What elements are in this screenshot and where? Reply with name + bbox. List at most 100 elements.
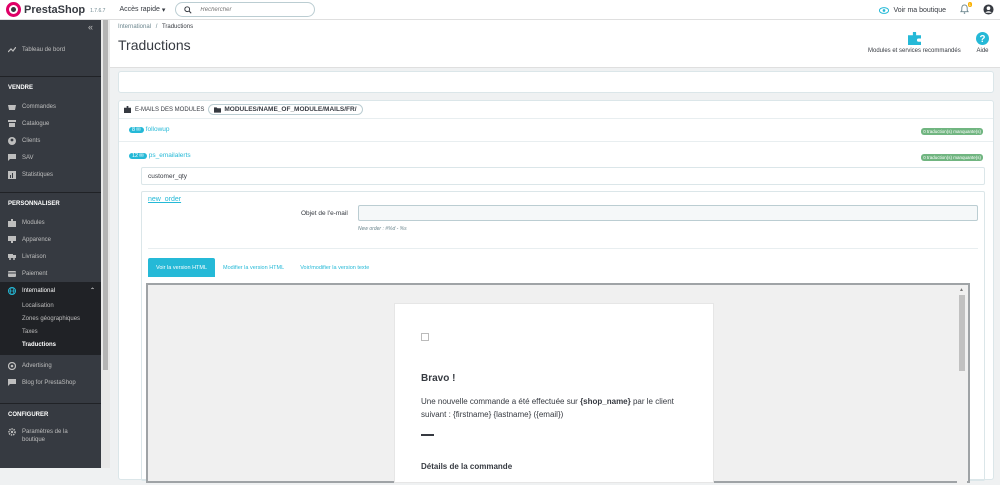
panel-heading: E-MAILS DES MODULES MODULES/NAME_OF_MODU… bbox=[124, 104, 363, 115]
divider bbox=[119, 141, 993, 142]
broken-image-icon bbox=[421, 333, 429, 341]
eye-icon bbox=[879, 6, 890, 14]
puzzle-icon bbox=[8, 218, 16, 227]
shop-name-variable: {shop_name} bbox=[580, 397, 631, 406]
page-title: Traductions bbox=[118, 37, 191, 53]
sidebar-section-vendre: VENDRE bbox=[0, 76, 101, 98]
template-new-order: new_order Objet de l'e-mail New order : … bbox=[141, 191, 985, 485]
chat-icon bbox=[8, 379, 16, 387]
sidebar-item-label: Blog for PrestaShop bbox=[22, 379, 76, 386]
email-body: Une nouvelle commande a été effectuée su… bbox=[421, 395, 701, 421]
sidebar-item-blog[interactable]: Blog for PrestaShop bbox=[0, 374, 101, 391]
scroll-up-arrow-icon[interactable]: ▲ bbox=[959, 287, 964, 293]
view-shop-label: Voir ma boutique bbox=[893, 6, 946, 14]
email-preview-frame[interactable]: Bravo ! Une nouvelle commande a été effe… bbox=[146, 283, 970, 485]
breadcrumb-current: Traductions bbox=[161, 24, 194, 30]
email-body-prefix: Une nouvelle commande a été effectuée su… bbox=[421, 397, 581, 406]
subject-input[interactable] bbox=[358, 205, 978, 221]
prestashop-logo[interactable]: PrestaShop 1.7.6.7 bbox=[6, 2, 105, 17]
subject-hint: New order : #%d - %s bbox=[358, 226, 407, 232]
sidebar-item-paiement[interactable]: Paiement bbox=[0, 265, 101, 282]
credit-card-icon bbox=[8, 270, 16, 278]
sidebar-item-apparence[interactable]: Apparence bbox=[0, 231, 101, 248]
brand-name: PrestaShop bbox=[24, 3, 86, 16]
prestashop-logo-icon bbox=[6, 2, 21, 17]
sidebar-item-label: Clients bbox=[22, 137, 41, 144]
view-tabs: Voir la version HTML Modifier la version… bbox=[148, 258, 377, 277]
sidebar-item-dashboard[interactable]: Tableau de bord bbox=[0, 40, 101, 60]
sidebar-item-livraison[interactable]: Livraison bbox=[0, 248, 101, 265]
recommended-modules-button[interactable]: Modules et services recommandés bbox=[868, 32, 961, 54]
folder-icon bbox=[214, 106, 222, 113]
page-header: International / Traductions Traductions … bbox=[110, 20, 1000, 68]
count-badge: 12 ✉ bbox=[129, 152, 147, 159]
submenu-item-zones[interactable]: Zones géographiques bbox=[0, 312, 101, 325]
sidebar-item-modules[interactable]: Modules bbox=[0, 214, 101, 231]
sidebar-item-label: Tableau de bord bbox=[22, 47, 66, 53]
account-button[interactable] bbox=[983, 3, 994, 17]
trending-up-icon bbox=[8, 46, 16, 54]
missing-translations-badge: 0 traduction(s) manquante(s) bbox=[921, 154, 983, 161]
count-value: 12 bbox=[132, 152, 139, 159]
new-order-link[interactable]: new_order bbox=[148, 196, 181, 203]
settings-icon bbox=[8, 428, 16, 436]
submenu-item-traductions[interactable]: Traductions bbox=[0, 338, 101, 351]
puzzle-icon bbox=[124, 106, 131, 113]
sidebar-item-parametres[interactable]: Paramètres de la boutique bbox=[0, 425, 101, 449]
sidebar-item-advertising[interactable]: Advertising bbox=[0, 357, 101, 374]
envelope-icon: ✉ bbox=[136, 126, 141, 133]
svg-text:?: ? bbox=[980, 34, 986, 45]
sidebar-item-sav[interactable]: SAV bbox=[0, 149, 101, 166]
search-box[interactable] bbox=[175, 2, 316, 17]
top-panel bbox=[118, 71, 994, 93]
desktop-icon bbox=[8, 236, 16, 244]
submenu-item-localisation[interactable]: Localisation bbox=[0, 299, 101, 312]
search-input[interactable] bbox=[200, 6, 301, 13]
caret-down-icon: ▾ bbox=[161, 6, 166, 14]
section-label: E-MAILS DES MODULES bbox=[135, 106, 205, 113]
sidebar-section-personnaliser: PERSONNALISER bbox=[0, 192, 101, 214]
collapse-sidebar-button[interactable]: « bbox=[0, 20, 101, 36]
module-emails-panel: E-MAILS DES MODULES MODULES/NAME_OF_MODU… bbox=[118, 100, 994, 485]
help-label: Aide bbox=[976, 48, 989, 54]
scrollbar-thumb[interactable] bbox=[103, 20, 108, 370]
sidebar-item-label: Modules bbox=[22, 219, 45, 226]
sidebar-scrollbar[interactable] bbox=[101, 20, 110, 468]
user-avatar-icon bbox=[983, 3, 994, 15]
missing-translations-badge: 0 traduction(s) manquante(s) bbox=[921, 128, 983, 135]
view-shop-link[interactable]: Voir ma boutique bbox=[879, 7, 946, 14]
order-details-heading: Détails de la commande bbox=[421, 462, 513, 471]
sidebar-item-international[interactable]: International ⌃ bbox=[0, 282, 101, 299]
notification-badge: 1 bbox=[967, 2, 972, 7]
truck-icon bbox=[8, 253, 16, 261]
preview-scrollbar[interactable]: ▲ bbox=[957, 285, 967, 485]
breadcrumb-link[interactable]: International bbox=[118, 24, 151, 30]
notifications-button[interactable]: 1 bbox=[960, 2, 972, 16]
module-row-followup[interactable]: 8 ✉ followup bbox=[129, 126, 170, 133]
sidebar-item-commandes[interactable]: Commandes bbox=[0, 98, 101, 115]
quick-access-dropdown[interactable]: Accès rapide ▾ bbox=[119, 6, 165, 14]
sidebar-item-clients[interactable]: Clients bbox=[0, 132, 101, 149]
sidebar-item-label: International bbox=[22, 287, 56, 294]
count-badge: 8 ✉ bbox=[129, 126, 144, 133]
sidebar-item-label: Catalogue bbox=[22, 120, 50, 127]
tab-edit-text[interactable]: Voir/modifier la version texte bbox=[292, 258, 377, 277]
submenu-item-taxes[interactable]: Taxes bbox=[0, 325, 101, 338]
module-row-ps-emailalerts[interactable]: 12 ✉ ps_emailalerts bbox=[129, 152, 191, 159]
sidebar-item-label: Statistiques bbox=[22, 171, 54, 178]
sidebar: « Tableau de bord VENDRE Commandes Catal… bbox=[0, 20, 101, 468]
help-icon: ? bbox=[976, 32, 989, 45]
template-customer-qty[interactable]: customer_qty bbox=[141, 167, 985, 185]
store-icon bbox=[8, 120, 16, 128]
sidebar-item-label: SAV bbox=[22, 154, 34, 161]
tab-edit-html[interactable]: Modifier la version HTML bbox=[215, 258, 292, 277]
help-button[interactable]: ? Aide bbox=[976, 32, 989, 54]
sidebar-item-statistiques[interactable]: Statistiques bbox=[0, 166, 101, 183]
email-preview-card: Bravo ! Une nouvelle commande a été effe… bbox=[394, 303, 714, 483]
sidebar-item-catalogue[interactable]: Catalogue bbox=[0, 115, 101, 132]
scrollbar-thumb[interactable] bbox=[959, 295, 965, 371]
path-label: MODULES/NAME_OF_MODULE/MAILS/FR/ bbox=[224, 106, 357, 113]
envelope-icon: ✉ bbox=[139, 152, 144, 159]
module-name: followup bbox=[145, 126, 170, 133]
tab-view-html[interactable]: Voir la version HTML bbox=[148, 258, 216, 277]
